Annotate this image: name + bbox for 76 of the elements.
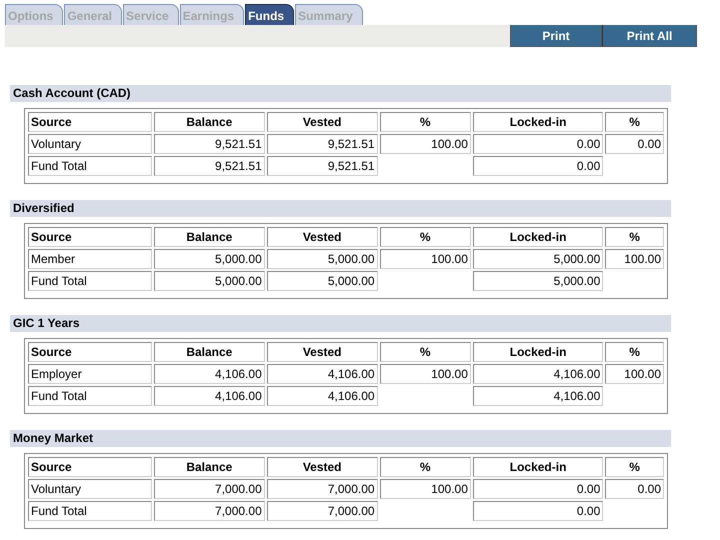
table-cell: Member: [28, 249, 152, 269]
column-header: Locked-in: [472, 342, 604, 362]
column-header: Vested: [266, 342, 378, 362]
section-header: Money Market: [10, 430, 671, 447]
column-header: %: [605, 112, 664, 132]
table-cell: 4,106.00: [154, 364, 265, 384]
column-header: %: [380, 457, 471, 477]
column-header: Source: [28, 227, 152, 247]
table-cell: Fund Total: [28, 156, 152, 176]
table-cell: 4,106.00: [154, 386, 265, 406]
table-cell: 7,000.00: [154, 501, 265, 521]
table-cell: Voluntary: [28, 479, 152, 499]
table-cell: 9,521.51: [154, 134, 265, 154]
table-cell: 0.00: [605, 479, 664, 499]
table-cell: 5,000.00: [472, 271, 604, 291]
column-header: Vested: [266, 227, 378, 247]
table-cell: 100.00: [380, 249, 471, 269]
table-cell: 4,106.00: [472, 364, 604, 384]
column-header: %: [380, 342, 471, 362]
column-header: Balance: [154, 342, 265, 362]
table-cell: 9,521.51: [266, 134, 378, 154]
column-header: Source: [28, 457, 152, 477]
column-header: Source: [28, 342, 152, 362]
table-cell: 5,000.00: [266, 271, 378, 291]
table-cell: 100.00: [380, 479, 471, 499]
section-header: Diversified: [10, 200, 671, 217]
table-cell: Fund Total: [28, 501, 152, 521]
table-cell: 5,000.00: [154, 249, 265, 269]
tab[interactable]: Funds: [245, 4, 294, 25]
section-header: GIC 1 Years: [10, 315, 671, 332]
tab[interactable]: Options: [5, 4, 64, 25]
column-header: Locked-in: [472, 227, 604, 247]
column-header: Balance: [154, 227, 265, 247]
table-cell: 4,106.00: [266, 364, 378, 384]
section-header: Cash Account (CAD): [10, 85, 671, 102]
table-cell: 5,000.00: [472, 249, 604, 269]
table-cell: 0.00: [605, 134, 664, 154]
print-button[interactable]: Print: [510, 25, 602, 47]
column-header: %: [380, 112, 471, 132]
column-header: Source: [28, 112, 152, 132]
table-cell: 7,000.00: [266, 479, 378, 499]
column-header: %: [605, 227, 664, 247]
table-cell: Fund Total: [28, 271, 152, 291]
table-cell: Voluntary: [28, 134, 152, 154]
column-header: Balance: [154, 112, 265, 132]
table-cell: 0.00: [472, 156, 604, 176]
table-cell: 4,106.00: [472, 386, 604, 406]
table-cell: 100.00: [605, 249, 664, 269]
table-cell: 100.00: [605, 364, 664, 384]
column-header: %: [605, 342, 664, 362]
table-cell: 0.00: [472, 134, 604, 154]
tab[interactable]: Service: [123, 4, 179, 25]
column-header: %: [380, 227, 471, 247]
table-cell: 100.00: [380, 364, 471, 384]
tab[interactable]: Summary: [295, 4, 363, 25]
table-cell: 100.00: [380, 134, 471, 154]
tab[interactable]: Earnings: [180, 4, 244, 25]
column-header: Vested: [266, 112, 378, 132]
column-header: Locked-in: [472, 457, 604, 477]
table-cell: 5,000.00: [266, 249, 378, 269]
table-cell: 0.00: [472, 501, 604, 521]
tab[interactable]: General: [64, 4, 122, 25]
table-cell: Employer: [28, 364, 152, 384]
column-header: %: [605, 457, 664, 477]
table-cell: 4,106.00: [266, 386, 378, 406]
print-button[interactable]: Print All: [602, 25, 697, 47]
column-header: Locked-in: [472, 112, 604, 132]
table-cell: 7,000.00: [266, 501, 378, 521]
table-cell: 5,000.00: [154, 271, 265, 291]
table-cell: 9,521.51: [266, 156, 378, 176]
table-cell: 9,521.51: [154, 156, 265, 176]
table-cell: 0.00: [472, 479, 604, 499]
column-header: Vested: [266, 457, 378, 477]
table-cell: Fund Total: [28, 386, 152, 406]
table-cell: 7,000.00: [154, 479, 265, 499]
column-header: Balance: [154, 457, 265, 477]
